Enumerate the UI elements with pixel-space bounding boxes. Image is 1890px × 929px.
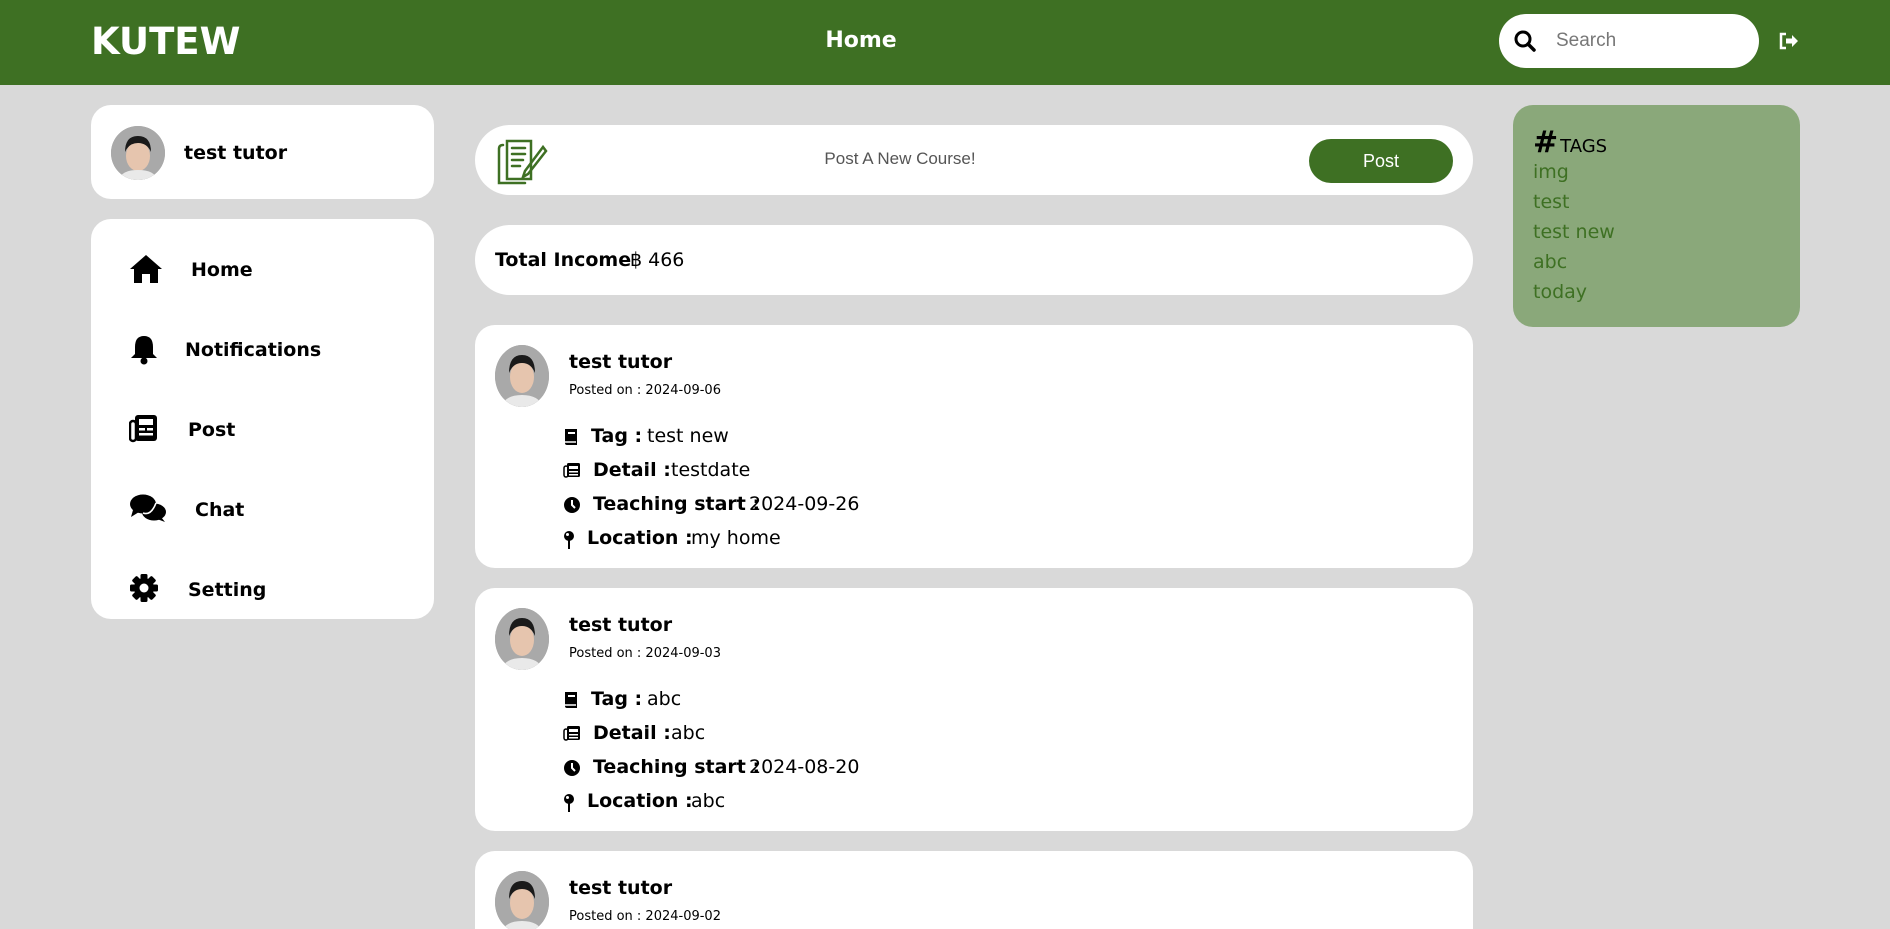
logout-icon[interactable] [1777,29,1801,53]
post-date: Posted on : 2024-09-06 [569,383,721,398]
tag-label: Tag : [591,425,643,447]
avatar [495,608,549,670]
sidebar-item-label: Chat [195,499,245,521]
post-location-row: Location : my home [563,527,863,553]
post-detail-row: Detail : abc [563,722,863,748]
avatar [111,126,165,180]
search-box[interactable] [1499,14,1759,68]
bell-icon [131,336,157,365]
tag-value: abc [647,688,682,710]
post-start-row: Teaching start : 2024-09-26 [563,493,913,519]
map-pin-icon [564,531,574,549]
home-icon [130,255,162,283]
newspaper-icon [563,463,580,478]
post-author: test tutor [569,877,673,899]
course-post[interactable]: test tutor Posted on : 2024-09-02 [475,851,1473,929]
tag-link[interactable]: abc [1533,251,1567,273]
search-icon [1514,30,1536,52]
location-label: Location : [587,527,693,549]
post-start-row: Teaching start : 2024-08-20 [563,756,913,782]
location-label: Location : [587,790,693,812]
sidebar-item-label: Notifications [185,339,322,361]
post-date: Posted on : 2024-09-03 [569,646,721,661]
sidebar-item-notifications[interactable]: Notifications [91,319,434,379]
detail-label: Detail : [593,459,671,481]
post-tag-row: Tag : test new [563,425,863,451]
detail-label: Detail : [593,722,671,744]
total-income-card: Total Income ฿ 466 [475,225,1473,295]
start-label: Teaching start : [593,756,761,778]
profile-name: test tutor [184,142,288,164]
sidebar-item-label: Setting [188,579,267,601]
page-title: Home [825,28,897,53]
hashtag-icon: # [1533,125,1559,160]
location-value: abc [691,790,726,812]
map-pin-icon [564,794,574,812]
tag-label: Tag : [591,688,643,710]
tag-link[interactable]: test [1533,191,1570,213]
course-post[interactable]: test tutor Posted on : 2024-09-06 Tag : … [475,325,1473,568]
book-icon [565,429,577,445]
book-icon [565,692,577,708]
total-income-label: Total Income [495,249,632,271]
sidebar-item-setting[interactable]: Setting [91,559,434,619]
clock-icon [564,497,580,513]
post-tag-row: Tag : abc [563,688,863,714]
tags-heading: # TAGS [1533,125,1607,160]
sidebar-item-label: Home [191,259,253,281]
location-value: my home [691,527,781,549]
start-value: 2024-08-20 [749,756,860,778]
newspaper-icon [563,726,580,741]
course-post[interactable]: test tutor Posted on : 2024-09-03 Tag : … [475,588,1473,831]
detail-value: testdate [671,459,751,481]
post-author: test tutor [569,614,673,636]
chat-icon [130,494,166,522]
detail-value: abc [671,722,706,744]
start-label: Teaching start : [593,493,761,515]
post-location-row: Location : abc [563,790,863,816]
gear-icon [130,574,158,602]
post-date: Posted on : 2024-09-02 [569,909,721,924]
post-detail-row: Detail : testdate [563,459,863,485]
sidebar-item-home[interactable]: Home [91,239,434,299]
post-author: test tutor [569,351,673,373]
profile-card[interactable]: test tutor [91,105,434,199]
search-input[interactable] [1556,26,1746,56]
tag-link[interactable]: img [1533,161,1569,183]
avatar [495,871,549,929]
tags-title: TAGS [1560,136,1608,157]
sidebar-item-label: Post [188,419,236,441]
sidebar-item-chat[interactable]: Chat [91,479,434,539]
post-button[interactable]: Post [1309,139,1453,183]
tag-link[interactable]: today [1533,281,1587,303]
new-course-prompt[interactable]: Post A New Course! [475,149,1325,169]
clock-icon [564,760,580,776]
top-bar: KUTEW Home [0,0,1890,85]
sidebar-nav: Home Notifications Post Chat Setting [91,219,434,619]
tag-value: test new [647,425,729,447]
total-income-value: ฿ 466 [630,249,685,271]
tag-link[interactable]: test new [1533,221,1615,243]
newspaper-icon [129,415,157,443]
tags-panel: # TAGS img test test new abc today [1513,105,1800,327]
avatar [495,345,549,407]
start-value: 2024-09-26 [749,493,860,515]
new-course-composer: Post A New Course! Post [475,125,1473,195]
sidebar-item-post[interactable]: Post [91,399,434,459]
